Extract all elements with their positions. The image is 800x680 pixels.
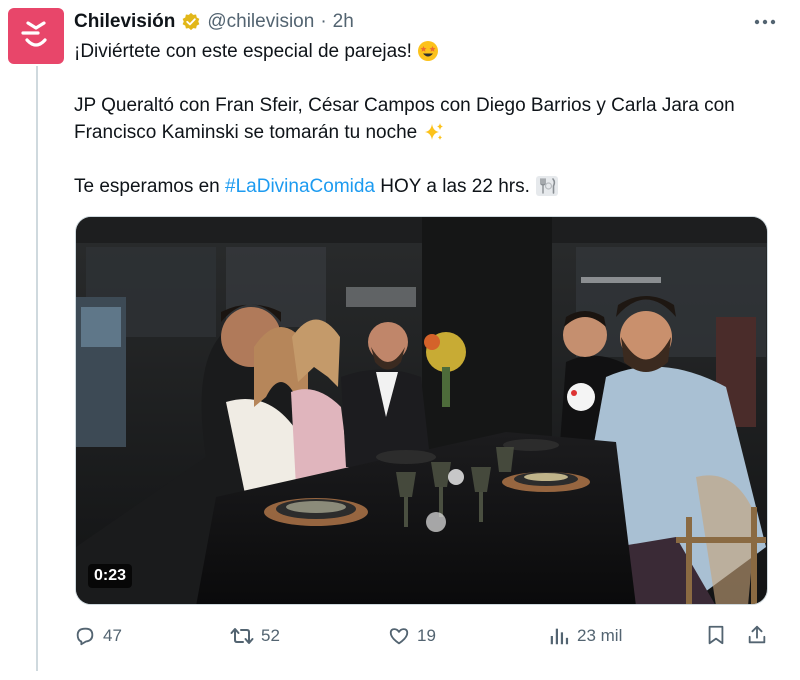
tweet-card[interactable]: Chilevisión @chilevision · 2h ¡Diviértet…	[0, 0, 800, 680]
views-button[interactable]: 23 mil	[548, 624, 622, 648]
views-count: 23 mil	[577, 626, 623, 645]
tweet-line-3-prefix: Te esperamos en	[74, 176, 220, 197]
action-bar: 47 52 19 23 mil	[74, 624, 774, 650]
share-icon	[748, 625, 766, 644]
star-struck-emoji-icon	[417, 40, 439, 62]
avatar[interactable]	[8, 8, 64, 64]
handle[interactable]: @chilevision	[207, 11, 314, 33]
reply-count: 47	[103, 626, 122, 645]
hashtag-link[interactable]: #LaDivinaComida	[225, 176, 375, 197]
tweet-line-2: JP Queraltó con Fran Sfeir, César Campos…	[74, 95, 735, 143]
fork-and-knife-emoji-icon	[535, 175, 559, 197]
tweet-line-3-suffix: HOY a las 22 hrs.	[380, 176, 530, 197]
tweet-header: Chilevisión @chilevision · 2h	[74, 8, 780, 36]
bookmark-icon	[708, 625, 724, 645]
repost-count: 52	[261, 626, 280, 645]
like-count: 19	[417, 626, 436, 645]
display-name[interactable]: Chilevisión	[74, 11, 175, 33]
more-options-icon[interactable]	[750, 8, 780, 36]
chilevision-logo-icon	[21, 21, 47, 47]
verified-badge-icon[interactable]	[181, 12, 201, 32]
repost-button[interactable]: 52	[230, 624, 280, 648]
heart-icon	[389, 628, 409, 645]
sparkles-emoji-icon	[423, 121, 445, 143]
share-button[interactable]	[746, 624, 768, 646]
repost-icon	[230, 628, 254, 644]
reply-icon	[76, 627, 94, 646]
video-duration-badge: 0:23	[88, 564, 133, 588]
thread-line	[36, 66, 38, 671]
bookmark-button[interactable]	[706, 624, 726, 646]
video-player[interactable]	[75, 216, 768, 605]
video-thumbnail	[76, 217, 767, 604]
timestamp[interactable]: 2h	[333, 11, 354, 33]
separator-dot: ·	[320, 11, 327, 32]
tweet-line-1: ¡Diviértete con este especial de parejas…	[74, 41, 412, 62]
views-chart-icon	[550, 628, 569, 645]
like-button[interactable]: 19	[388, 624, 436, 648]
tweet-text: ¡Diviértete con este especial de parejas…	[74, 38, 774, 200]
reply-button[interactable]: 47	[74, 624, 122, 648]
